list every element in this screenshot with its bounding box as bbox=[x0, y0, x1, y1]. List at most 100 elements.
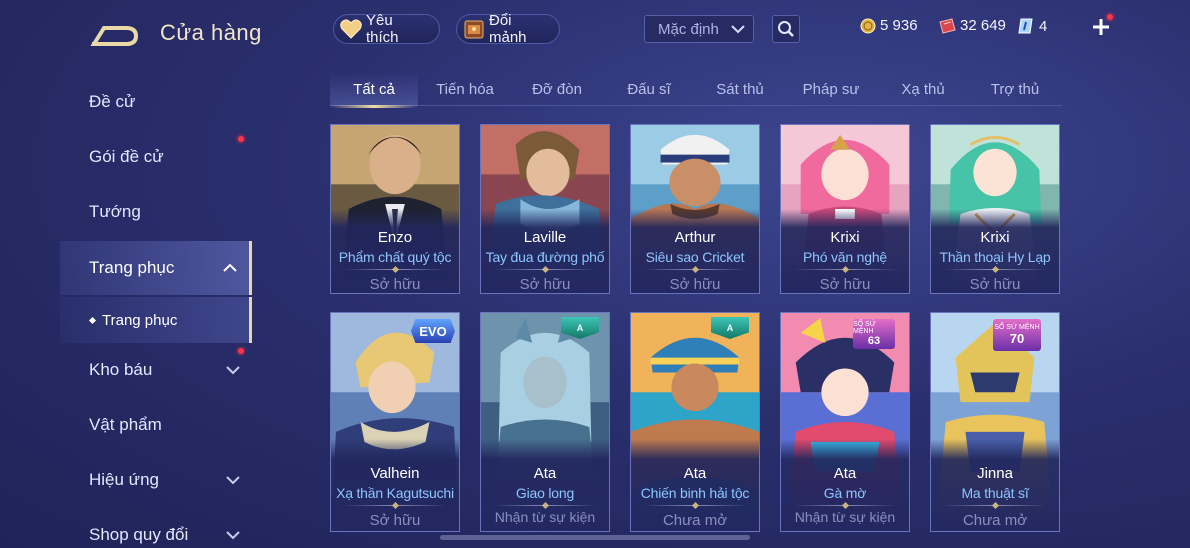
sidebar: Đề cử Gói đề cử Tướng Trang phục Trang p… bbox=[0, 60, 254, 548]
sidebar-item-label: Vật phẩm bbox=[89, 415, 162, 434]
skin-name: Ma thuật sĩ bbox=[961, 485, 1029, 501]
sidebar-item-treasure[interactable]: Kho báu bbox=[60, 343, 252, 397]
divider bbox=[643, 505, 747, 506]
card-info: Krixi Thần thoại Hy Lạp Sở hữu bbox=[931, 209, 1059, 293]
skin-card[interactable]: Laville Tay đua đường phố Sở hữu bbox=[480, 124, 610, 294]
ownership-status: Sở hữu bbox=[819, 276, 871, 293]
back-arrow-icon[interactable] bbox=[90, 18, 140, 48]
favorites-button[interactable]: Yêu thích bbox=[333, 12, 440, 46]
divider bbox=[793, 269, 897, 270]
tab-assassin[interactable]: Sát thủ bbox=[697, 72, 783, 106]
horizontal-scrollbar[interactable] bbox=[440, 535, 750, 540]
sidebar-item-heroes[interactable]: Tướng bbox=[60, 185, 252, 239]
skin-card[interactable]: Arthur Siêu sao Cricket Sở hữu bbox=[630, 124, 760, 294]
ownership-status: Sở hữu bbox=[519, 276, 571, 293]
sidebar-item-label: Kho báu bbox=[89, 360, 153, 379]
sidebar-item-featured-packs[interactable]: Gói đề cử bbox=[60, 130, 252, 184]
category-tabs: Tất cả Tiến hóa Đỡ đòn Đấu sĩ Sát thủ Ph… bbox=[330, 72, 1062, 108]
skin-card[interactable]: SỔ SỨ MỆNH 63 Ata Gà mờ Nhận từ sự kiện bbox=[780, 312, 910, 532]
ownership-status: Sở hữu bbox=[969, 276, 1021, 293]
mission-pass-label: SỔ SỨ MỆNH bbox=[994, 324, 1040, 331]
skin-name: Gà mờ bbox=[823, 485, 867, 501]
tab-all[interactable]: Tất cả bbox=[330, 72, 418, 108]
ownership-status: Nhận từ sự kiện bbox=[494, 509, 596, 525]
card-info: Arthur Siêu sao Cricket Sở hữu bbox=[631, 209, 759, 293]
sort-dropdown[interactable]: Mặc định bbox=[644, 15, 754, 43]
search-button[interactable] bbox=[772, 15, 800, 43]
skin-name: Tay đua đường phố bbox=[485, 249, 605, 265]
hero-name: Laville bbox=[523, 229, 567, 246]
gold-amount: 5 936 bbox=[880, 17, 918, 34]
notification-dot bbox=[1107, 14, 1113, 20]
sidebar-item-exchange-shop[interactable]: Shop quy đổi bbox=[60, 508, 252, 548]
card-info: Enzo Phẩm chất quý tộc Sở hữu bbox=[331, 209, 459, 293]
chevron-up-icon bbox=[223, 263, 237, 272]
hero-name: Krixi bbox=[980, 229, 1010, 246]
heart-icon bbox=[340, 18, 362, 40]
hero-name: Krixi bbox=[830, 229, 860, 246]
sidebar-subitem-skins[interactable]: Trang phục bbox=[60, 297, 252, 343]
chest-icon bbox=[463, 18, 485, 40]
tab-marksman[interactable]: Xạ thủ bbox=[880, 72, 966, 106]
skin-grid: Enzo Phẩm chất quý tộc Sở hữu Laville Ta… bbox=[330, 124, 1062, 548]
skin-card[interactable]: A Ata Giao long Nhận từ sự kiện bbox=[480, 312, 610, 532]
skin-name: Siêu sao Cricket bbox=[645, 249, 745, 265]
tab-fighter[interactable]: Đấu sĩ bbox=[606, 72, 692, 106]
ticket-amount: 4 bbox=[1039, 17, 1048, 35]
bullet-icon bbox=[88, 316, 97, 324]
divider bbox=[343, 269, 447, 270]
tab-mage[interactable]: Pháp sư bbox=[788, 72, 874, 106]
hero-name: Ata bbox=[833, 465, 857, 482]
hero-name: Enzo bbox=[377, 229, 413, 246]
tab-evolution[interactable]: Tiến hóa bbox=[422, 72, 508, 106]
sidebar-subitem-label: Trang phục bbox=[102, 311, 178, 329]
favorites-label: Yêu thích bbox=[366, 12, 399, 46]
blue-ticket-icon bbox=[1018, 18, 1033, 34]
ownership-status: Sở hữu bbox=[369, 512, 421, 529]
evo-badge: EVO bbox=[411, 319, 455, 343]
mission-pass-badge: SỔ SỨ MỆNH 70 bbox=[993, 319, 1041, 351]
mission-pass-number: 63 bbox=[867, 335, 881, 347]
red-voucher-icon bbox=[939, 17, 956, 34]
tab-tank[interactable]: Đỡ đòn bbox=[514, 72, 600, 106]
search-icon bbox=[778, 21, 794, 37]
skin-card[interactable]: Krixi Phó văn nghệ Sở hữu bbox=[780, 124, 910, 294]
sidebar-item-skins[interactable]: Trang phục bbox=[60, 241, 252, 295]
exchange-shards-button[interactable]: Đổi mảnh bbox=[456, 12, 560, 46]
skin-name: Xạ thần Kagutsuchi bbox=[336, 485, 454, 501]
sidebar-item-label: Hiệu ứng bbox=[89, 470, 159, 489]
card-info: Ata Gà mờ Nhận từ sự kiện bbox=[781, 439, 909, 531]
ticket-balance: 4 bbox=[1017, 17, 1047, 35]
divider bbox=[943, 505, 1047, 506]
divider bbox=[493, 505, 597, 506]
tier-letter: A bbox=[726, 323, 734, 333]
tab-support[interactable]: Trợ thủ bbox=[972, 72, 1058, 106]
card-info: Laville Tay đua đường phố Sở hữu bbox=[481, 209, 609, 293]
divider bbox=[493, 269, 597, 270]
gold-balance: 5 936 bbox=[860, 17, 918, 34]
card-info: Valhein Xạ thần Kagutsuchi Sở hữu bbox=[331, 439, 459, 531]
skin-card[interactable]: Enzo Phẩm chất quý tộc Sở hữu bbox=[330, 124, 460, 294]
skin-card[interactable]: SỔ SỨ MỆNH 70 Jinna Ma thuật sĩ Chưa mở bbox=[930, 312, 1060, 532]
chevron-down-icon bbox=[226, 531, 240, 540]
card-info: Ata Chiến binh hải tộc Chưa mở bbox=[631, 439, 759, 531]
hero-name: Jinna bbox=[977, 465, 1013, 482]
ownership-status: Nhận từ sự kiện bbox=[794, 509, 896, 525]
tier-letter: A bbox=[576, 323, 584, 333]
card-info: Ata Giao long Nhận từ sự kiện bbox=[481, 439, 609, 531]
skin-card[interactable]: Krixi Thần thoại Hy Lạp Sở hữu bbox=[930, 124, 1060, 294]
exchange-label: Đổi mảnh bbox=[489, 12, 527, 46]
divider bbox=[943, 269, 1047, 270]
sidebar-item-items[interactable]: Vật phẩm bbox=[60, 398, 252, 452]
sidebar-item-featured[interactable]: Đề cử bbox=[60, 75, 252, 129]
chevron-down-icon bbox=[226, 476, 240, 485]
hero-name: Arthur bbox=[674, 229, 716, 246]
chevron-down-icon bbox=[731, 24, 745, 33]
skin-card[interactable]: A Ata Chiến binh hải tộc Chưa mở bbox=[630, 312, 760, 532]
sidebar-item-effects[interactable]: Hiệu ứng bbox=[60, 453, 252, 507]
skin-card[interactable]: EVO Valhein Xạ thần Kagutsuchi Sở hữu bbox=[330, 312, 460, 532]
skin-name: Phó văn nghệ bbox=[802, 249, 887, 265]
sidebar-item-label: Gói đề cử bbox=[89, 147, 164, 166]
voucher-balance: 32 649 bbox=[938, 17, 1006, 34]
notification-dot bbox=[238, 348, 244, 354]
